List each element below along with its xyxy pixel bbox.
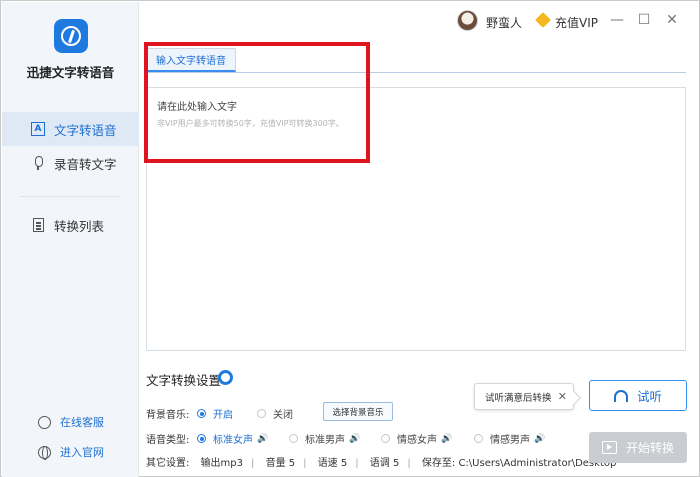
speed-value[interactable]: 语速 5 [318,458,348,469]
other-settings-label: 其它设置: [146,458,190,469]
bgm-on-label: 开启 [213,410,233,421]
radio-dot [257,409,266,418]
text-input-area[interactable]: 请在此处输入文字 非VIP用户最多可转换50字，充值VIP可转换300字。 [146,87,686,351]
online-support-label: 在线客服 [60,416,104,429]
app-window: 迅捷文字转语音 A 文字转语音 录音转文字 转换列表 在线客服 进入官网 野蛮人… [0,0,700,477]
speaker-icon[interactable]: 🔊 [257,434,268,444]
other-settings-row: 其它设置: 输出mp3 | 音量 5 | 语速 5 | 语调 5 | 保存至: C:\U… [146,458,617,469]
tooltip-text: 试听满意后转换 [485,392,552,404]
speaker-icon[interactable]: 🔊 [441,434,452,444]
radio-dot [197,409,206,418]
listen-tooltip: 试听满意后转换 ✕ [474,383,574,410]
play-icon [601,441,617,454]
username[interactable]: 野蛮人 [486,14,522,31]
app-name: 迅捷文字转语音 [26,65,115,80]
headset-icon [38,415,51,429]
radio-dot [474,434,483,443]
globe-icon [38,445,51,460]
tab-underline [146,72,686,73]
voice-emotional-female-radio[interactable]: 情感女声 🔊 [381,431,452,446]
tooltip-close-icon[interactable]: ✕ [558,390,567,403]
text-a-icon: A [31,122,45,136]
radio-dot [289,434,298,443]
document-list-icon [31,218,45,232]
listen-button[interactable]: 试听 [589,380,687,411]
bgm-off-radio[interactable]: 关闭 [257,406,293,421]
online-support-link[interactable]: 在线客服 [38,414,104,430]
editor-placeholder: 请在此处输入文字 [157,102,237,113]
radio-dot [381,434,390,443]
microphone-icon [31,156,45,170]
sidebar-item-label: 转换列表 [54,218,105,234]
bgm-label: 背景音乐: [146,410,190,421]
maximize-button[interactable]: ☐ [634,10,654,30]
headphones-icon [613,389,628,402]
voice-standard-male-radio[interactable]: 标准男声 🔊 [289,431,360,446]
sidebar-item-text-to-speech[interactable]: A 文字转语音 [2,112,139,146]
official-site-link[interactable]: 进入官网 [38,444,104,460]
sidebar: 迅捷文字转语音 A 文字转语音 录音转文字 转换列表 在线客服 进入官网 [2,2,139,477]
speaker-icon[interactable]: 🔊 [534,434,545,444]
editor-limit-hint: 非VIP用户最多可转换50字，充值VIP可转换300字。 [157,119,344,128]
sidebar-divider [20,196,120,197]
voice-option-label: 标准女声 [213,435,253,446]
app-logo-icon [54,19,88,53]
pitch-value[interactable]: 语调 5 [370,458,400,469]
start-conversion-button[interactable]: 开始转换 [589,432,687,463]
save-path[interactable]: 保存至: C:\Users\Administrator\Desktop [422,458,616,469]
select-bgm-button[interactable]: 选择背景音乐 [323,402,393,421]
voice-option-label: 情感男声 [490,435,530,446]
sidebar-item-label: 文字转语音 [54,122,117,138]
vip-diamond-icon [535,12,551,28]
volume-value[interactable]: 音量 5 [266,458,296,469]
sidebar-item-speech-to-text[interactable]: 录音转文字 [2,146,139,180]
start-label: 开始转换 [625,441,674,455]
close-button[interactable]: ✕ [662,10,682,30]
avatar[interactable] [457,10,478,31]
speaker-icon[interactable]: 🔊 [349,434,360,444]
sidebar-item-conversion-list[interactable]: 转换列表 [2,208,139,242]
gear-icon[interactable] [218,370,233,385]
tab-text-input[interactable]: 输入文字转语音 [146,48,236,72]
bgm-off-label: 关闭 [273,410,293,421]
official-site-label: 进入官网 [60,446,104,459]
sidebar-item-label: 录音转文字 [54,156,117,172]
recharge-vip-link[interactable]: 充值VIP [555,14,598,31]
voice-option-label: 情感女声 [397,435,437,446]
radio-dot [197,434,206,443]
voice-emotional-male-radio[interactable]: 情感男声 🔊 [474,431,545,446]
bgm-on-radio[interactable]: 开启 [197,406,233,421]
settings-title: 文字转换设置 [146,373,222,388]
voice-type-label: 语音类型: [146,435,190,446]
minimize-button[interactable]: — [607,10,627,30]
voice-standard-female-radio[interactable]: 标准女声 🔊 [197,431,268,446]
output-format[interactable]: 输出mp3 [201,458,243,469]
voice-option-label: 标准男声 [305,435,345,446]
listen-label: 试听 [636,389,662,404]
